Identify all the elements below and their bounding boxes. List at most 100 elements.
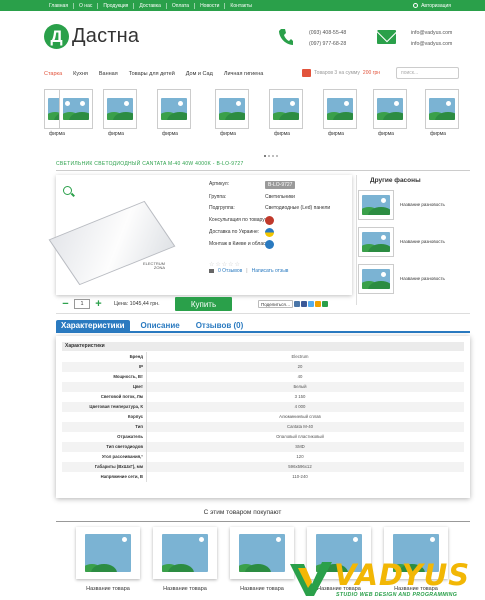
variant-label: Название разновость — [400, 276, 445, 281]
spec-label: Монтаж в Киеве и области: — [209, 241, 273, 247]
image-placeholder-icon — [358, 264, 394, 294]
top-nav-contacts[interactable]: Контакты — [225, 3, 257, 9]
table-row: Отражатель Опаловый пластиковый — [62, 432, 464, 442]
variant-item[interactable]: Название разновость — [358, 227, 470, 261]
spec-row: Подгруппа: Светодиодные (Led) панели — [209, 205, 330, 211]
reviews-count-link[interactable]: 0 Отзывов — [218, 268, 242, 274]
brand-logo: ELECTRUM ZONA — [143, 261, 166, 270]
cart-summary[interactable]: Товаров 3 на сумму 200 грн — [302, 69, 380, 77]
facebook-icon[interactable] — [301, 301, 308, 307]
tab-characteristics[interactable]: Характеристики — [56, 320, 130, 331]
auth-link[interactable]: Авторизация — [413, 0, 451, 11]
vadyus-watermark: VADYUS STUDIO WEB DESIGN AND PROGRAMMING — [288, 556, 485, 600]
table-row: Цветовая температура, К4 000 — [62, 402, 464, 412]
main-nav-hygiene[interactable]: Личная гигиена — [224, 71, 263, 77]
carousel-dots[interactable] — [264, 155, 278, 157]
brand-item[interactable]: фирма — [323, 89, 363, 137]
zoom-icon[interactable] — [63, 186, 72, 195]
odnoklassniki-icon[interactable] — [315, 301, 322, 307]
logo[interactable]: Д Дастна — [44, 24, 139, 49]
top-nav-news[interactable]: Новости — [195, 2, 226, 9]
reviews-links: 0 Отзывов | Написать отзыв — [209, 268, 288, 274]
spec-label: Доставка по Украине: — [209, 229, 260, 235]
product-tile[interactable]: Название товара — [230, 527, 294, 592]
cart-icon — [302, 69, 311, 77]
spec-label: Подгруппа: — [209, 205, 235, 211]
brand-item[interactable]: фирма — [269, 89, 309, 137]
brand-item[interactable]: фирма — [103, 89, 143, 137]
main-nav-kids[interactable]: Товары для детей — [129, 71, 175, 77]
twitter-icon[interactable] — [308, 301, 315, 307]
top-nav-about[interactable]: О нас — [74, 2, 99, 9]
title-divider — [56, 170, 470, 171]
image-placeholder-icon — [153, 527, 217, 579]
spec-row: Доставка по Украине: — [209, 229, 259, 235]
brand-item[interactable]: фирма — [157, 89, 197, 137]
phone-numbers: (093) 408-55-48 (097) 977-68-28 — [309, 28, 346, 50]
brand-item[interactable]: фирма — [215, 89, 255, 137]
write-review-link[interactable]: Написать отзыв — [252, 268, 289, 274]
table-row: Световой поток, Лм 3 150 — [62, 392, 464, 402]
variant-item[interactable]: Название разновость — [358, 190, 470, 224]
increase-qty-button[interactable]: + — [94, 299, 103, 310]
spec-label: Группа: — [209, 194, 227, 200]
phone-icon — [279, 29, 293, 45]
table-row: Угол рассеивания,° 120 — [62, 452, 464, 462]
spec-row: Артикул: B-LO-9727 — [209, 181, 296, 189]
logo-text: Дастна — [72, 25, 140, 47]
brand-label: фирма — [162, 131, 178, 137]
main-nav-start[interactable]: Старка — [44, 71, 62, 77]
brand-item[interactable]: фирма — [425, 89, 465, 137]
top-nav-products[interactable]: Продукция — [98, 2, 135, 9]
main-nav-home-garden[interactable]: Дом и Сад — [186, 71, 213, 77]
share-button[interactable]: Поделиться… — [258, 300, 294, 308]
brand-item[interactable]: фирма — [373, 89, 413, 137]
main-nav-kitchen[interactable]: Кухня — [73, 71, 88, 77]
email-1[interactable]: info@vadyus.com — [411, 28, 452, 39]
logo-icon: Д — [44, 24, 69, 49]
call-icon[interactable] — [265, 216, 274, 225]
product-tile[interactable]: Название товара — [76, 527, 140, 592]
spec-value[interactable]: Светодиодные (Led) панели — [265, 205, 330, 211]
phone-1[interactable]: (093) 408-55-48 — [309, 28, 346, 39]
top-nav-delivery[interactable]: Доставка — [134, 2, 167, 9]
auth-label: Авторизация — [421, 2, 451, 9]
mail-icon — [377, 30, 396, 44]
phone-2[interactable]: (097) 977-68-28 — [309, 39, 346, 50]
brand-label: фирма — [49, 131, 65, 137]
vk-icon[interactable] — [294, 301, 301, 307]
decrease-qty-button[interactable]: − — [61, 299, 70, 310]
rating-stars[interactable]: ☆☆☆☆☆ — [209, 261, 241, 268]
brand-item[interactable] — [59, 89, 99, 129]
quantity-input[interactable]: 1 — [74, 299, 90, 309]
search-input[interactable]: поиск... — [396, 67, 459, 79]
product-tile[interactable]: Название товара — [153, 527, 217, 592]
comment-icon — [209, 269, 214, 273]
product-title: Светильник светодиодный CANTATA M-40 40W… — [56, 161, 244, 167]
key-icon — [413, 3, 419, 8]
table-row: Корпус Алюминиевый сплав — [62, 412, 464, 422]
product-tile-label[interactable]: Название товара — [230, 586, 294, 592]
spec-row: Консультация по товару: — [209, 217, 266, 223]
buy-button[interactable]: Купить — [175, 297, 232, 311]
spec-label: Артикул: — [209, 181, 230, 187]
brand-label: фирма — [328, 131, 344, 137]
product-tile-label[interactable]: Название товара — [76, 586, 140, 592]
top-nav-payment[interactable]: Оплата — [167, 2, 196, 9]
email-2[interactable]: info@vadyus.com — [411, 39, 452, 50]
ukraine-flag-icon — [265, 228, 274, 237]
top-nav-home[interactable]: Главная — [44, 2, 75, 9]
product-tile-label[interactable]: Название товара — [153, 586, 217, 592]
more-share-icon[interactable] — [322, 301, 329, 307]
cart-text: Товаров 3 на сумму — [314, 70, 360, 76]
brand-label: фирма — [220, 131, 236, 137]
table-row: Напряжение сети, В 110-240 — [62, 472, 464, 482]
tab-reviews[interactable]: Отзывов (0) — [191, 320, 249, 331]
spec-value[interactable]: Светильники — [265, 194, 295, 200]
tab-description[interactable]: Описание — [136, 320, 185, 331]
share-bar: Поделиться… — [258, 300, 329, 308]
image-placeholder-icon — [373, 89, 407, 129]
main-nav-bathroom[interactable]: Ванная — [99, 71, 118, 77]
variant-item[interactable]: Название разновость — [358, 264, 470, 298]
table-row: Тип светодиодов SMD — [62, 442, 464, 452]
